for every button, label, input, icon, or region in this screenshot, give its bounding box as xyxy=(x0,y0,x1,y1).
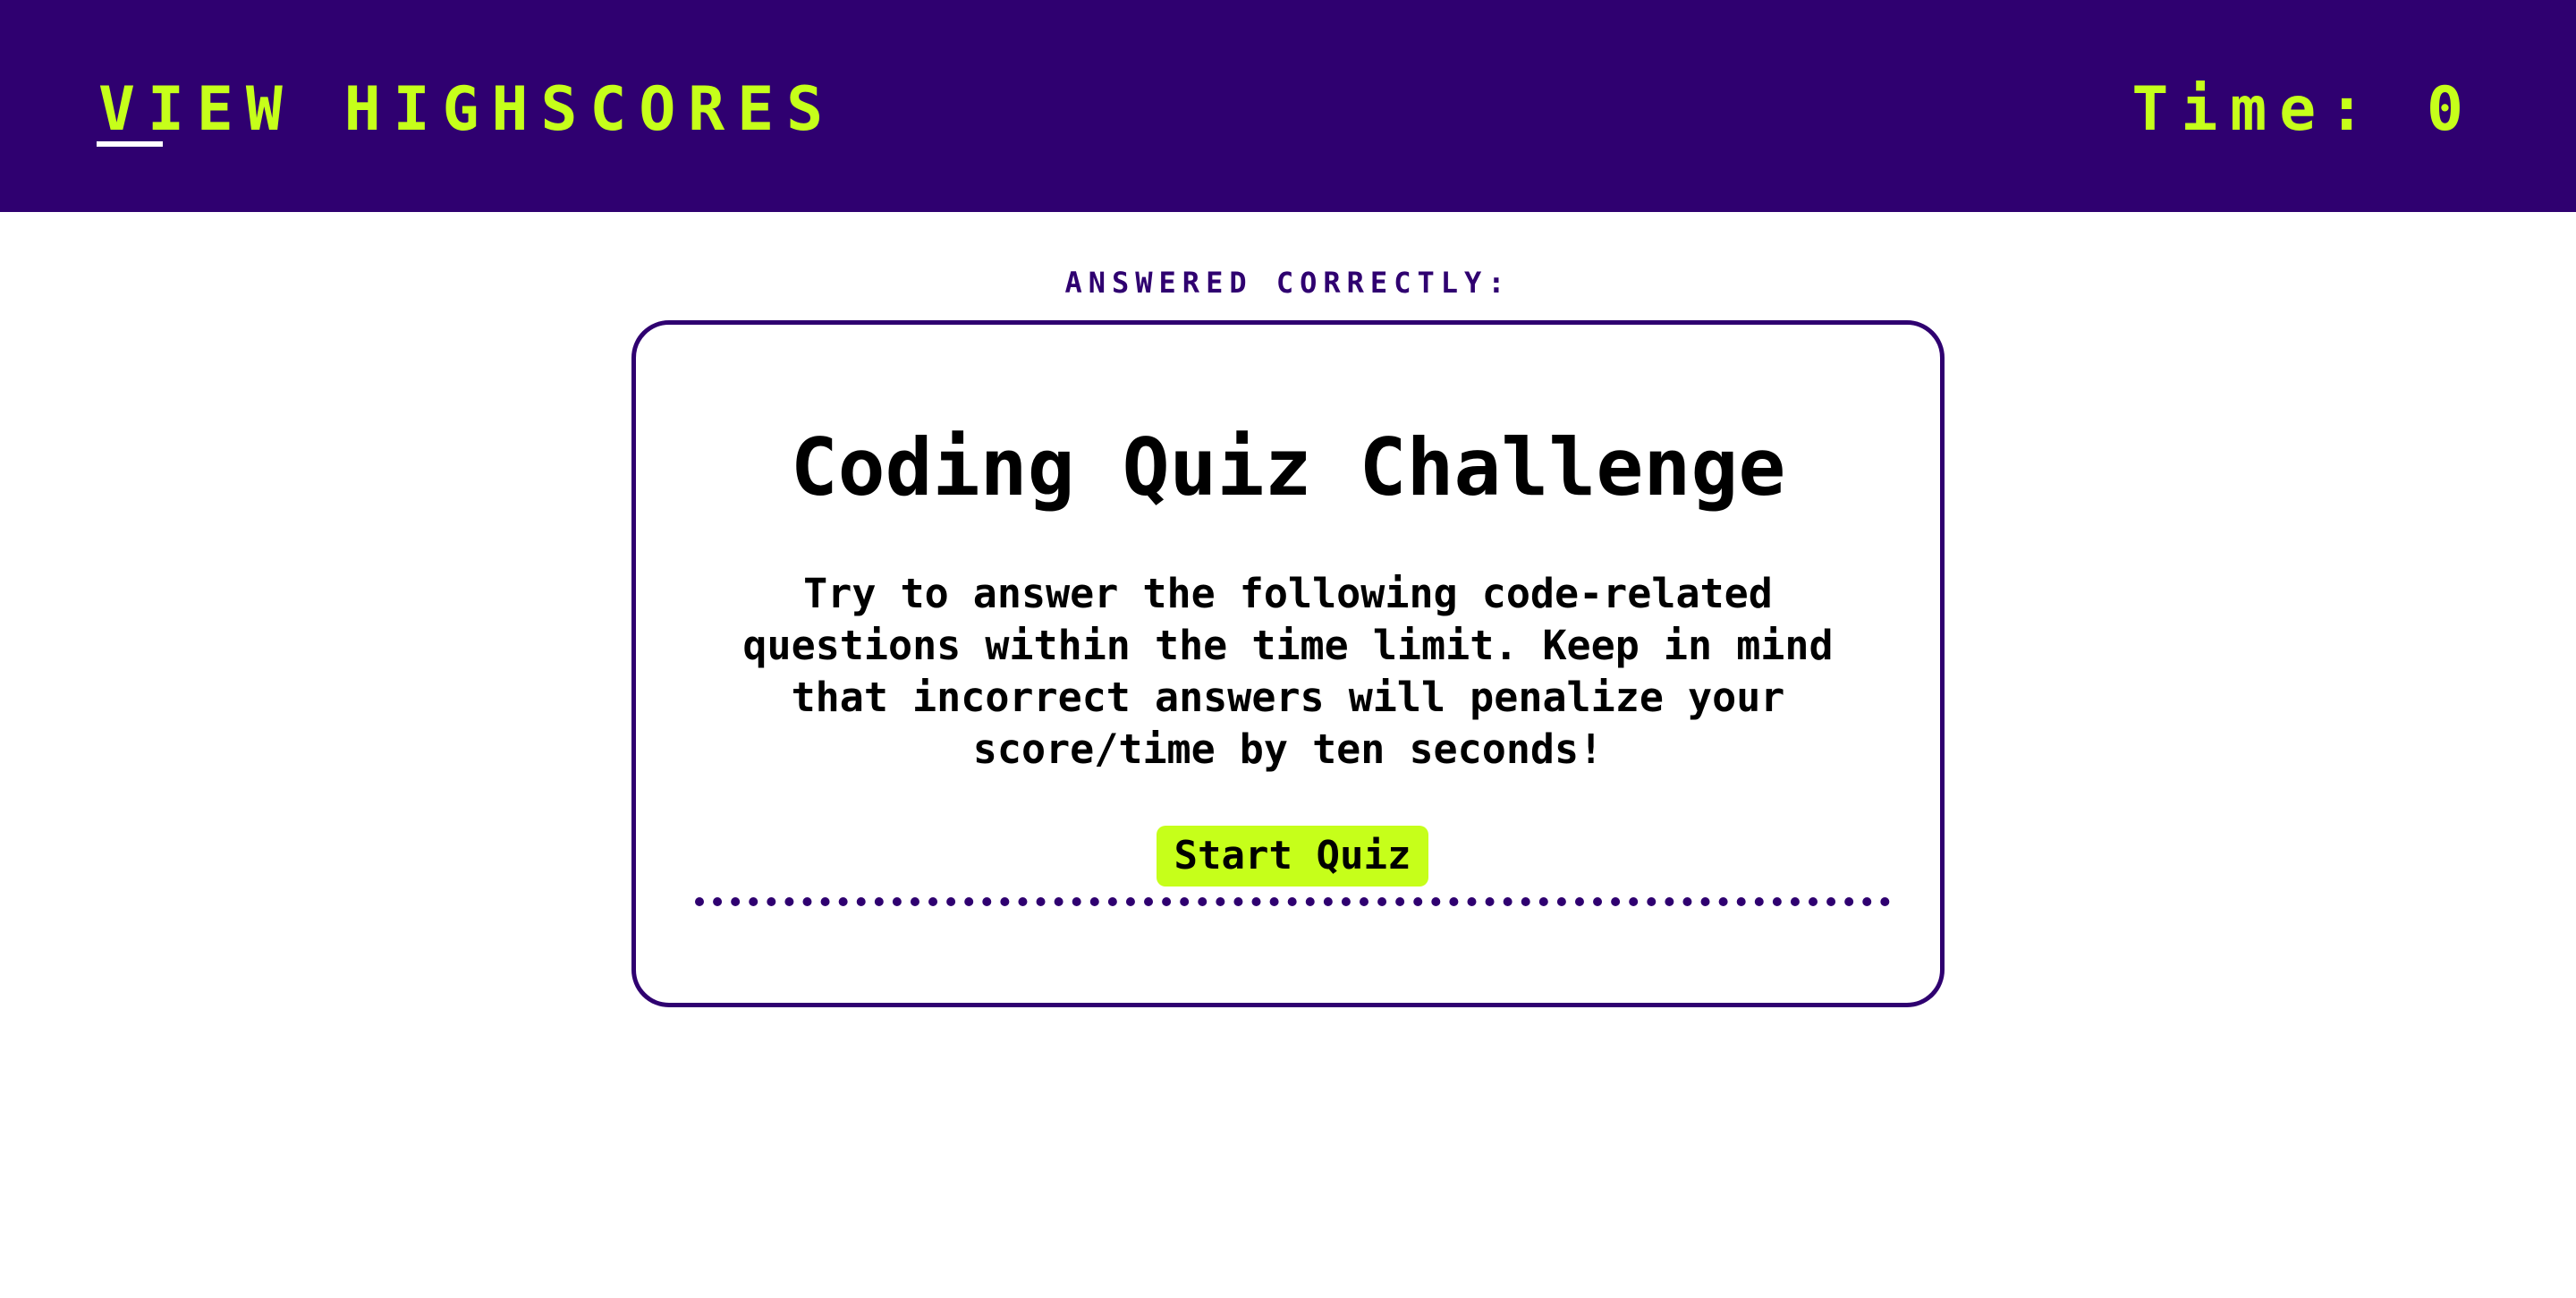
quiz-title: Coding Quiz Challenge xyxy=(790,421,1786,513)
view-highscores-link[interactable]: View Highscores xyxy=(98,73,835,147)
link-focus-underline xyxy=(97,141,163,147)
timer-value: 0 xyxy=(2427,74,2476,145)
top-header: View Highscores Time: 0 xyxy=(0,0,2576,212)
quiz-card: Coding Quiz Challenge Try to answer the … xyxy=(631,320,1945,1007)
answered-correctly-status: ANSWERED CORRECTLY: xyxy=(1064,266,1512,300)
start-quiz-button[interactable]: Start Quiz xyxy=(1157,826,1428,887)
timer: Time: 0 xyxy=(2131,73,2476,147)
dotted-divider xyxy=(695,897,1890,906)
timer-label: Time: xyxy=(2131,74,2378,145)
quiz-description: Try to answer the following code-related… xyxy=(742,570,1834,773)
